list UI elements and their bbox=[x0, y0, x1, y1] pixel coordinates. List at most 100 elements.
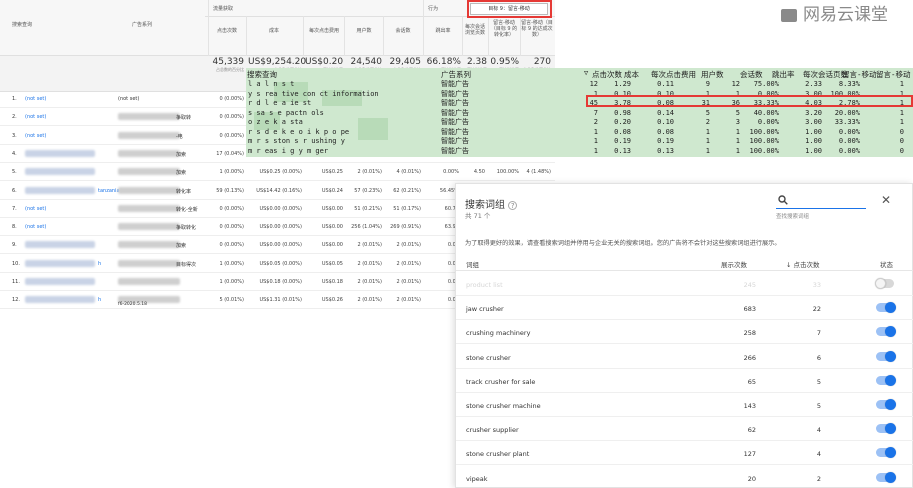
impressions-value: 127 bbox=[743, 450, 756, 459]
total-clicks: 45,339 bbox=[212, 57, 245, 67]
paste-col-header: 每次点击费用 bbox=[651, 70, 696, 79]
cell-cpc: US$0.18 bbox=[321, 279, 343, 285]
term-text: stone crusher bbox=[466, 353, 511, 362]
group-date: f6-2020.5.18 bbox=[118, 302, 147, 308]
paste-cell: 2.33 bbox=[805, 80, 822, 88]
status-toggle[interactable] bbox=[876, 326, 896, 338]
cell-users: 2 (0.01%) bbox=[357, 260, 382, 267]
paste-cell: 3 bbox=[735, 118, 740, 126]
cell-cost: US$0.00 (0.00%) bbox=[259, 242, 302, 249]
search-term-link[interactable]: (not set) bbox=[25, 206, 46, 212]
row-number: 9. bbox=[12, 242, 17, 249]
search-term-link[interactable]: (not set) bbox=[25, 114, 46, 120]
search-term-row[interactable]: stone crusher plant 127 4 bbox=[456, 441, 913, 466]
cell-clicks: 0 (0.00%) bbox=[219, 242, 244, 249]
paste-cell: 100.00% bbox=[749, 146, 779, 155]
redacted-group bbox=[118, 241, 180, 249]
paste-col-search: 搜索查询 bbox=[247, 70, 277, 79]
paste-cell: 100.00% bbox=[749, 137, 779, 145]
paste-search-fragment: m r s ston s r ushing y bbox=[248, 137, 345, 145]
redacted-term bbox=[25, 296, 95, 304]
status-toggle[interactable] bbox=[876, 399, 896, 410]
paste-cell: 33.33% bbox=[834, 118, 860, 126]
group-behavior: 行为 bbox=[428, 6, 439, 12]
toggle-knob bbox=[885, 447, 896, 459]
col-pages[interactable]: 每次会话浏览页数 bbox=[463, 24, 487, 36]
cell-cost: US$0.00 (0.00%) bbox=[259, 224, 302, 231]
row-number: 10. bbox=[12, 260, 20, 267]
close-icon[interactable]: ✕ bbox=[881, 193, 891, 207]
pasted-data-overlay: 搜索查询 广告系列 ▽ 点击次数 成本 每次点击费用 用户数 会话数 跳出率 每次会话页数留… bbox=[246, 68, 913, 157]
cell-bounce: 63.94 bbox=[444, 224, 459, 231]
search-term-row[interactable]: crushing machinery 258 7 bbox=[456, 320, 913, 345]
term-suffix: tanzania bbox=[98, 187, 120, 194]
col-state: 状态 bbox=[880, 261, 893, 269]
search-icon[interactable] bbox=[778, 195, 788, 205]
paste-series: 智能广告 bbox=[441, 108, 469, 117]
total-sessions: 29,405 bbox=[389, 57, 422, 67]
paste-cell: 1 bbox=[899, 80, 904, 88]
col-clicks[interactable]: ↓ 点击次数 bbox=[786, 259, 820, 269]
cell-users: 57 (0.23%) bbox=[354, 187, 382, 194]
row-number: 4. bbox=[12, 150, 17, 157]
col-search-term[interactable]: 搜索查询 bbox=[12, 22, 32, 28]
cell-bounce: 0.00% bbox=[443, 169, 459, 176]
cell-sessions: 2 (0.01%) bbox=[396, 297, 421, 304]
search-term-row[interactable]: vipeak 20 2 bbox=[456, 466, 913, 488]
paste-cell: 1 bbox=[735, 137, 740, 145]
col-impressions[interactable]: 展示次数 bbox=[721, 259, 747, 269]
col-cpc[interactable]: 每次点击费用 bbox=[305, 28, 343, 34]
term-text: track crusher for sale bbox=[466, 377, 536, 386]
cell-cost: US$0.25 (0.00%) bbox=[259, 169, 302, 176]
row-number: 8. bbox=[12, 224, 17, 231]
cell-bounce: 0.00 bbox=[447, 279, 459, 285]
col-ad-group[interactable]: 广告系列 bbox=[132, 22, 152, 28]
impressions-value: 20 bbox=[747, 474, 756, 483]
paste-col-header: 成本 bbox=[624, 70, 639, 79]
paste-series: 智能广告 bbox=[441, 127, 469, 136]
cell-sessions: 4 (0.01%) bbox=[396, 169, 421, 176]
search-term-row[interactable]: track crusher for sale 65 5 bbox=[456, 369, 913, 393]
paste-cell: 75.00% bbox=[753, 80, 779, 88]
cell-cpc: US$0.26 bbox=[321, 297, 343, 304]
col-bounce[interactable]: 跳出率 bbox=[425, 28, 461, 34]
row-number: 2. bbox=[12, 114, 17, 121]
paste-col-header: 点击次数 bbox=[592, 70, 622, 79]
search-term-row[interactable]: stone crusher machine 143 5 bbox=[456, 393, 913, 417]
status-toggle[interactable] bbox=[876, 302, 896, 314]
group-traffic: 流量获取 bbox=[213, 6, 234, 12]
cell-users: 2 (0.01%) bbox=[357, 242, 382, 249]
status-toggle[interactable] bbox=[876, 447, 896, 459]
status-toggle[interactable] bbox=[876, 471, 896, 483]
status-toggle[interactable] bbox=[876, 374, 896, 386]
status-toggle[interactable] bbox=[876, 423, 896, 435]
col-sessions[interactable]: 会话数 bbox=[385, 28, 421, 34]
search-term-row[interactable]: stone crusher 266 6 bbox=[456, 345, 913, 369]
cell-comp: 4 (1.48%) bbox=[526, 169, 551, 176]
row-number: 12. bbox=[12, 297, 20, 304]
search-term-link[interactable]: (not set) bbox=[25, 133, 46, 139]
paste-cell: 0.00% bbox=[838, 146, 860, 155]
search-term-link[interactable]: (not set) bbox=[25, 96, 46, 102]
search-input[interactable] bbox=[776, 208, 866, 209]
col-clicks[interactable]: 点击次数 bbox=[210, 28, 244, 34]
paste-cell: 0.10 bbox=[657, 118, 674, 126]
status-toggle[interactable] bbox=[875, 278, 894, 289]
help-icon[interactable]: ? bbox=[508, 201, 518, 210]
col-completions[interactable]: 留言-移动（目标 9 的达成次数） bbox=[521, 20, 553, 38]
table-row[interactable]: 5. 加索 1 (0.00%) US$0.25 (0.00%) US$0.25 2 (0.… bbox=[0, 163, 555, 182]
col-cost[interactable]: 成本 bbox=[248, 28, 300, 34]
toggle-knob bbox=[885, 350, 896, 362]
search-term-row[interactable]: crusher supplier 62 4 bbox=[456, 417, 913, 442]
col-users[interactable]: 用户数 bbox=[346, 28, 382, 34]
cell-clicks: 1 (0.00%) bbox=[219, 279, 244, 285]
paste-cell: 1.00 bbox=[805, 127, 822, 136]
col-conv-rate[interactable]: 留言-移动（目标 9 的转化率） bbox=[489, 20, 519, 38]
search-term-link[interactable]: (not set) bbox=[25, 224, 46, 230]
search-term-row[interactable]: product list 245 33 bbox=[456, 272, 913, 296]
col-term[interactable]: 词组 bbox=[466, 259, 479, 269]
group-suffix: 转化率 bbox=[176, 188, 192, 195]
impressions-value: 143 bbox=[743, 402, 756, 410]
search-term-row[interactable]: jaw crusher 683 22 bbox=[456, 296, 913, 321]
status-toggle[interactable] bbox=[876, 350, 896, 362]
